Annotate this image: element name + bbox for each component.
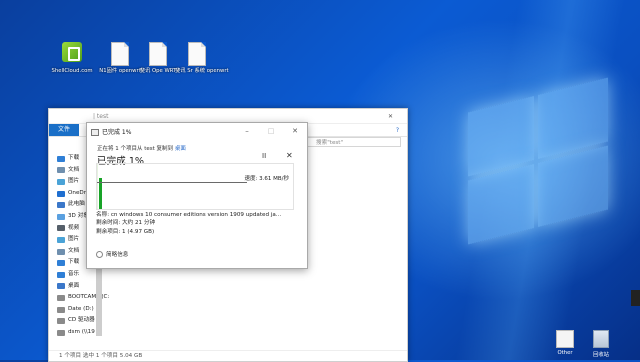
- dialog-title: 已完成 1%: [102, 128, 132, 136]
- fewer-details-label: 简略信息: [106, 252, 129, 258]
- transfer-details: 名称: cn windows 10 consumer editions vers…: [96, 211, 296, 236]
- folder-icon: [57, 190, 65, 197]
- copy-icon: [91, 128, 99, 136]
- copy-description-text: 正在将 1 个项目从 test 复制到: [97, 146, 175, 152]
- desktop-icon-label: 斐讯 Sr 系统 openwrt: [175, 68, 229, 74]
- speed-line: [97, 182, 247, 183]
- desktop-icon-label: Other: [557, 350, 573, 356]
- minimize-icon[interactable]: –: [235, 127, 259, 135]
- folder-icon: [57, 318, 65, 325]
- edge-widget: [631, 290, 640, 306]
- desktop-icon-file-2[interactable]: 斐讯 Ope WRT: [136, 42, 180, 74]
- explorer-close-icon[interactable]: ✕: [388, 113, 393, 120]
- folder-icon: [57, 283, 65, 290]
- sidebar-item-label: Date (D:): [68, 305, 94, 312]
- desktop-icon-label: 斐讯 Ope WRT: [139, 68, 177, 74]
- desktop-icon-shellcloud[interactable]: ShellCloud.com: [50, 42, 94, 74]
- sidebar-item-label: 文档: [68, 247, 80, 254]
- cancel-button[interactable]: ✕: [286, 151, 293, 160]
- folder-icon: [57, 155, 65, 162]
- time-remaining-line: 剩余时间: 大约 21 分钟: [96, 220, 156, 227]
- explorer-title: | test: [93, 112, 109, 120]
- folder-icon: [57, 236, 65, 243]
- desktop-icon-other[interactable]: Other: [550, 330, 580, 356]
- file-icon: [187, 42, 207, 66]
- sidebar-item-label: 图片: [68, 236, 80, 243]
- pause-button[interactable]: II: [262, 152, 266, 160]
- chevron-up-icon: [96, 250, 103, 258]
- sidebar-item-label: CD 驱动器: [68, 317, 95, 324]
- folder-icon: [57, 202, 65, 209]
- file-tab[interactable]: 文件: [49, 124, 80, 136]
- desktop-icon-file-3[interactable]: 斐讯 Sr 系统 openwrt: [175, 42, 229, 74]
- sidebar-item-label: 图片: [68, 178, 80, 185]
- file-name-line: 名称: cn windows 10 consumer editions vers…: [96, 212, 282, 218]
- sidebar-item-label: 此电脑: [68, 201, 85, 208]
- folder-icon: [57, 271, 65, 278]
- status-bar: 1 个项目 选中 1 个项目 5.04 GB: [49, 350, 407, 361]
- folder-icon: [556, 330, 574, 348]
- transfer-speed-graph: 速度: 3.61 MB/秒: [96, 163, 294, 210]
- folder-icon: [57, 329, 65, 336]
- sidebar-item-label: 桌面: [68, 282, 80, 289]
- file-icon: [110, 42, 130, 66]
- folder-icon: [57, 294, 65, 301]
- sidebar-item-label: 下载: [68, 259, 80, 266]
- file-icon: [148, 42, 168, 66]
- folder-icon: [57, 178, 65, 185]
- folder-icon: [57, 306, 65, 313]
- maximize-icon[interactable]: □: [259, 127, 283, 135]
- folder-icon: [57, 260, 65, 267]
- folder-icon: [57, 248, 65, 255]
- sidebar-item-label: BOOTCAMP (C:): [68, 294, 109, 301]
- desktop-icon-recycle-bin[interactable]: 回收站: [586, 330, 616, 358]
- sidebar-item-label: 视频: [68, 224, 80, 231]
- folder-icon: [57, 213, 65, 220]
- copy-description: 正在将 1 个项目从 test 复制到 桌面: [97, 144, 186, 152]
- sidebar-item-label: 下载: [68, 155, 80, 161]
- desktop-icon-label: 回收站: [593, 352, 609, 358]
- recycle-bin-icon: [593, 330, 609, 348]
- sidebar-item-label: 音乐: [68, 270, 80, 277]
- sidebar-item-label: dsm (\\19: [68, 328, 95, 335]
- app-icon: [62, 42, 82, 66]
- folder-icon: [57, 167, 65, 174]
- folder-icon: [57, 225, 65, 232]
- desktop-icon-label: ShellCloud.com: [51, 68, 93, 74]
- dialog-titlebar: 已完成 1% – □ ✕: [87, 123, 307, 139]
- destination-link[interactable]: 桌面: [175, 146, 186, 152]
- close-icon[interactable]: ✕: [283, 127, 307, 135]
- help-icon[interactable]: ?: [396, 127, 399, 134]
- speed-label: 速度: 3.61 MB/秒: [244, 176, 289, 182]
- items-remaining-line: 剩余项目: 1 (4.97 GB): [96, 228, 155, 235]
- fewer-details-button[interactable]: 简略信息: [96, 250, 128, 258]
- sidebar-item-label: 文档: [68, 166, 80, 173]
